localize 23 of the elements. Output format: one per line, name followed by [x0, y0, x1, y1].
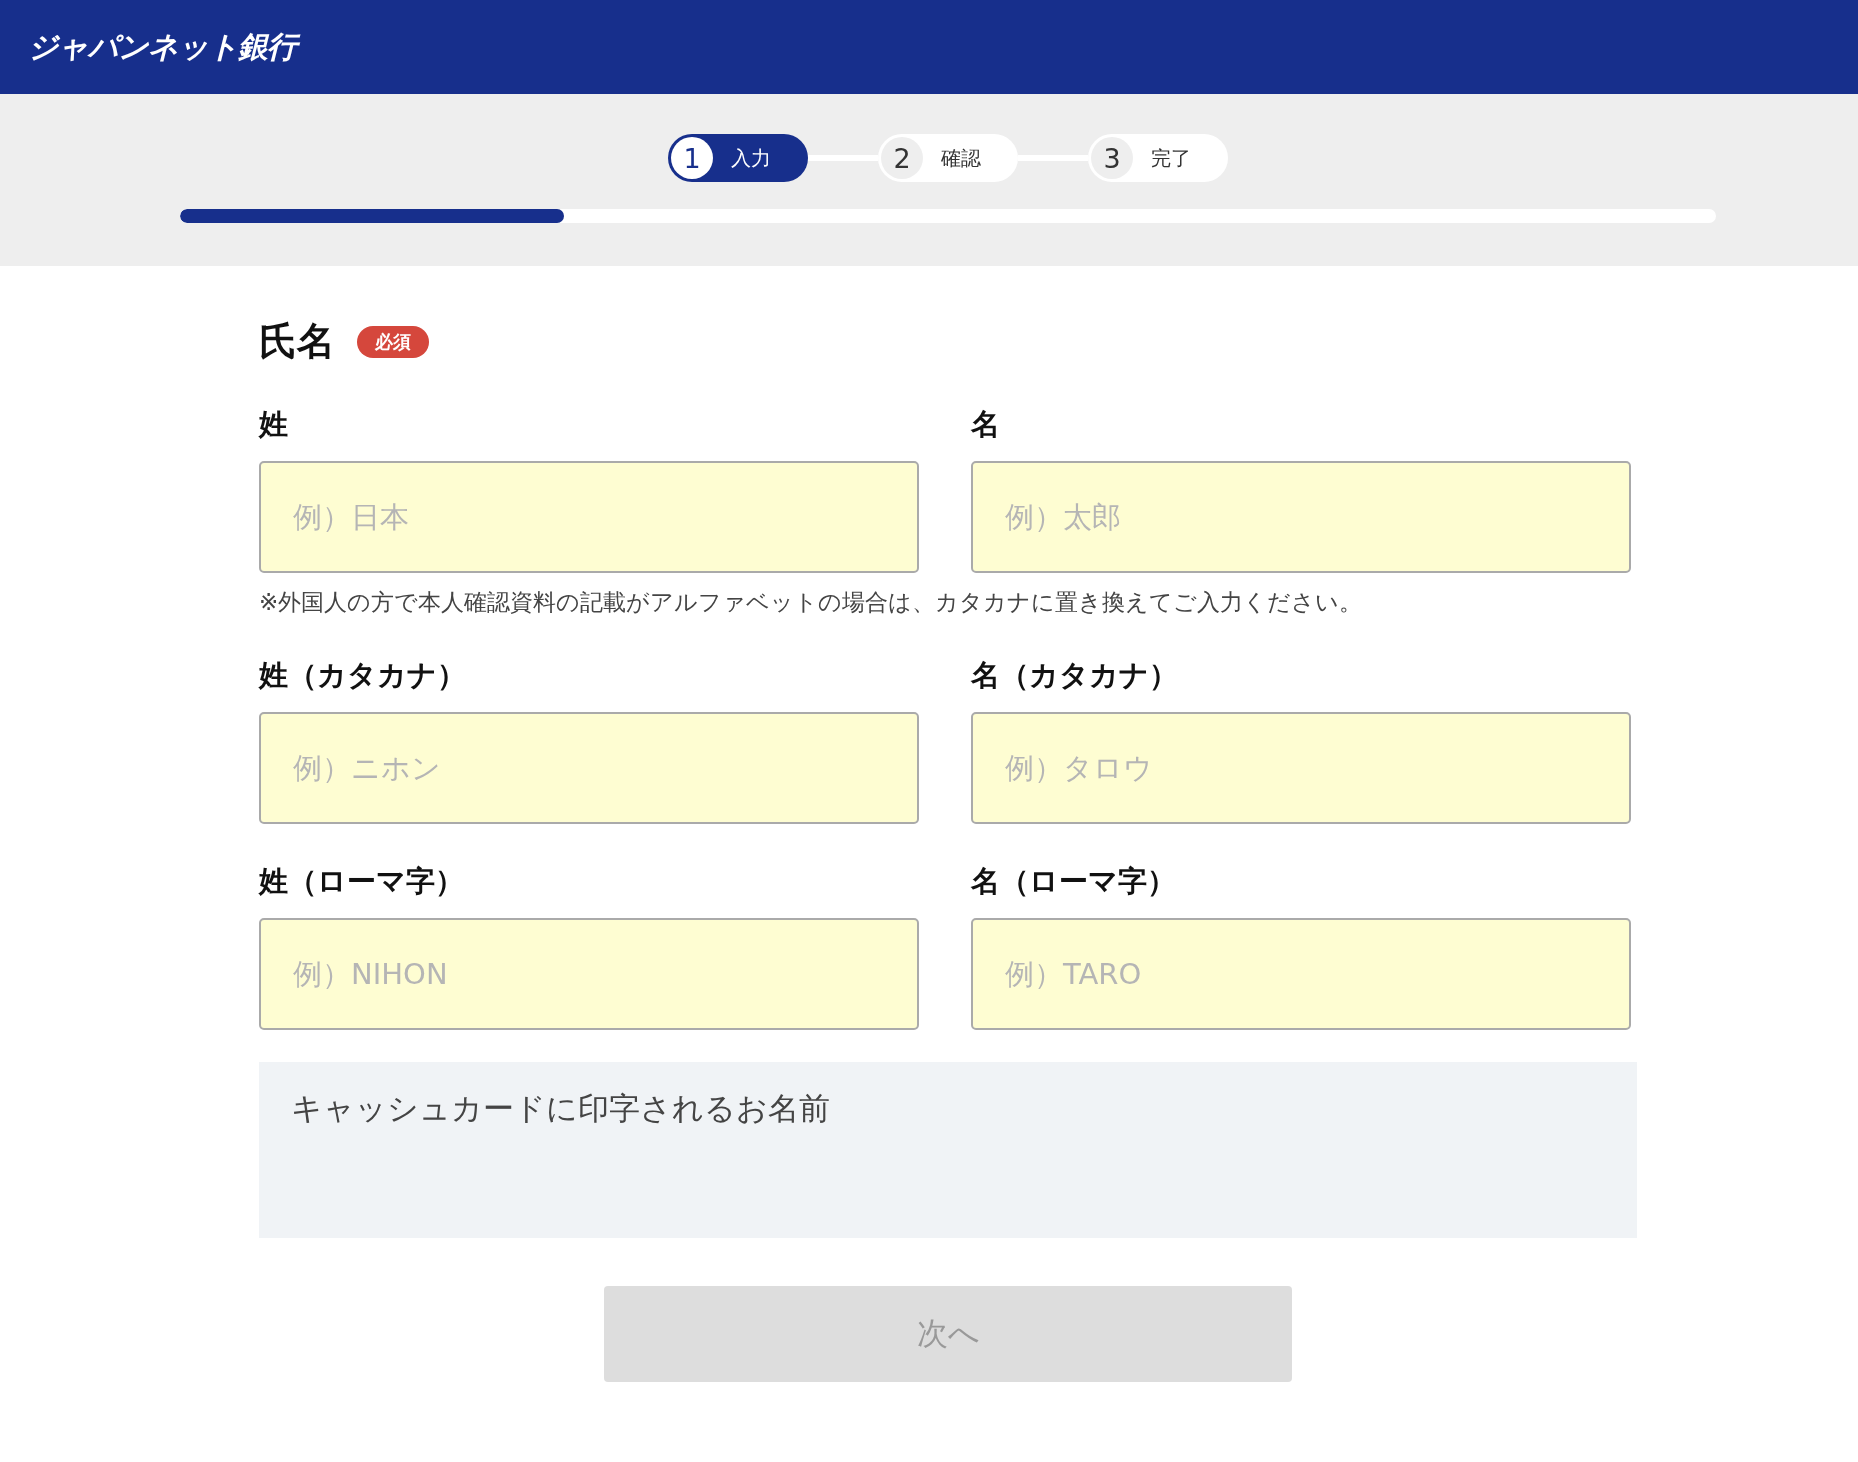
field-label: 名（ローマ字） [971, 863, 1177, 900]
field-label: 姓 [259, 406, 289, 443]
input-field[interactable]: 例）TARO [971, 918, 1631, 1030]
field-label: 姓（カタカナ） [259, 657, 467, 694]
bank-logo: ジャパンネット銀行 [26, 25, 304, 69]
input-field[interactable]: 例）NIHON [259, 918, 919, 1030]
step-number: 2 [881, 137, 923, 179]
step-label: 確認 [941, 144, 981, 172]
section-title: 氏名 [259, 318, 335, 365]
step-label: 完了 [1151, 144, 1191, 172]
field-label: 姓（ローマ字） [259, 863, 465, 900]
note-text: ※外国人の方で本人確認資料の記載がアルファベットの場合は、カタカナに置き換えてご入力ください。 [259, 588, 1364, 617]
input-field[interactable]: 例）太郎 [971, 461, 1631, 573]
step-label: 入力 [731, 144, 771, 172]
step-number: 3 [1091, 137, 1133, 179]
input-field[interactable]: 例）ニホン [259, 712, 919, 824]
field-label: 名 [971, 406, 1001, 443]
input-field[interactable]: 例）タロウ [971, 712, 1631, 824]
field-label: 名（カタカナ） [971, 657, 1179, 694]
input-field[interactable]: 例）日本 [259, 461, 919, 573]
required-badge: 必須 [357, 325, 429, 358]
card-name-label: キャッシュカードに印字されるお名前 [291, 1090, 830, 1126]
step-number: 1 [671, 137, 713, 179]
